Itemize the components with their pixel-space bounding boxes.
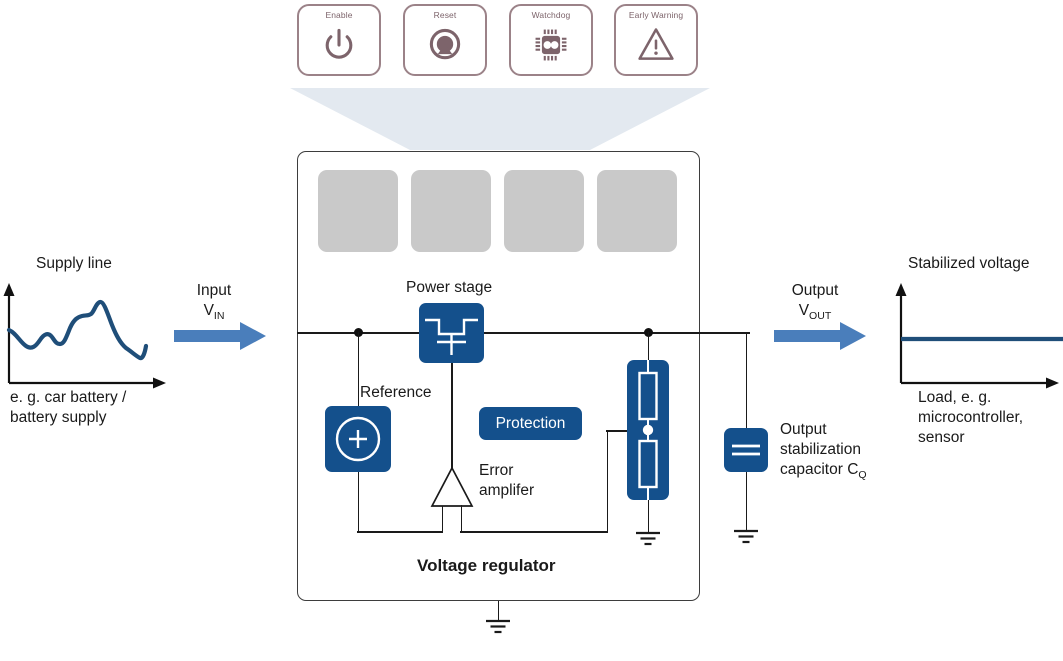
supply-line-chart-title: Supply line [36,255,112,272]
error-amplifier-label-line2: amplifer [479,481,535,499]
capacitor-symbol [732,444,760,456]
input-arrow [174,321,266,356]
watchdog-chip-icon [529,23,573,67]
input-label-v: V [203,301,214,319]
stabilized-voltage-chart-caption: Load, e. g. microcontroller, sensor [918,388,1058,447]
supply-caption-line2: battery supply [10,408,107,426]
feature-card-reset[interactable]: Reset [403,4,487,76]
power-stage-block [419,303,484,363]
resistor-divider-symbol [638,360,658,500]
output-arrow [774,321,866,356]
feature-card-label: Early Warning [628,10,684,20]
capacitor-ground-wire [745,472,748,530]
divider-ground-wire [647,500,650,532]
input-arrow-label: Input VIN [172,281,256,323]
load-caption-line2: microcontroller, [918,408,1024,426]
regulator-ground-symbol [484,618,512,641]
divider-top-wire [647,332,650,360]
funnel-connector [290,88,710,155]
error-amplifier-label: Error amplifer [479,461,565,501]
capacitor-ground-symbol [732,528,760,551]
supply-line-chart [0,280,175,395]
protection-block: Protection [479,407,582,440]
feature-card-watchdog[interactable]: Watchdog [509,4,593,76]
reference-label: Reference [360,384,432,401]
reset-icon [423,23,467,67]
output-capacitor-label: Output stabilization capacitor CQ [780,420,910,482]
output-rail-wire [484,332,750,334]
feedback-return-wire [460,531,608,533]
output-capacitor-label-line2: stabilization [780,440,861,458]
feature-card-early-warning[interactable]: Early Warning [614,4,698,76]
feature-card-label: Watchdog [531,10,571,20]
voltage-divider-block [627,360,669,500]
output-label-line1: Output [791,282,839,299]
warning-triangle-icon [634,23,678,67]
power-stage-label: Power stage [406,279,493,296]
capacitor-top-wire [745,332,748,428]
error-amp-input-plus-wire [460,505,463,532]
mosfet-symbol [425,318,478,355]
output-capacitor-block [724,428,768,472]
load-caption-line1: Load, e. g. [918,389,992,406]
output-label-v: V [798,301,810,319]
error-amplifier-label-line1: Error [479,462,514,479]
feature-card-enable[interactable]: Enable [297,4,381,76]
output-capacitor-label-line3: capacitor C [780,460,859,478]
output-capacitor-label-line1: Output [780,421,827,438]
input-label-line1: Input [196,282,232,299]
placeholder-slot [597,170,677,252]
protection-label: Protection [495,414,566,432]
reference-block [325,406,391,472]
placeholder-slot [411,170,491,252]
placeholder-slot [504,170,584,252]
supply-caption-line1: e. g. car battery / [10,389,127,406]
supply-line-chart-caption: e. g. car battery / battery supply [10,388,175,428]
placeholder-slot [318,170,398,252]
output-arrow-label: Output VOUT [772,281,858,323]
divider-ground-symbol [634,530,662,553]
stabilized-voltage-chart [890,280,1063,395]
reference-feedback-wire [357,531,443,533]
feedback-riser-wire [606,431,609,532]
error-amplifier-symbol [430,466,474,513]
output-capacitor-label-sub: Q [858,468,867,481]
load-caption-line3: sensor [918,428,965,446]
regulator-title: Voltage regulator [417,556,556,575]
power-stage-gate-wire [451,363,453,468]
stabilized-voltage-chart-title: Stabilized voltage [908,255,1030,272]
feature-card-label: Enable [325,10,353,20]
voltage-source-symbol [335,416,381,462]
power-icon [317,23,361,67]
feature-card-label: Reset [433,10,457,20]
diagram-canvas: Enable Reset Watchdog Early Warning Powe… [0,0,1063,661]
